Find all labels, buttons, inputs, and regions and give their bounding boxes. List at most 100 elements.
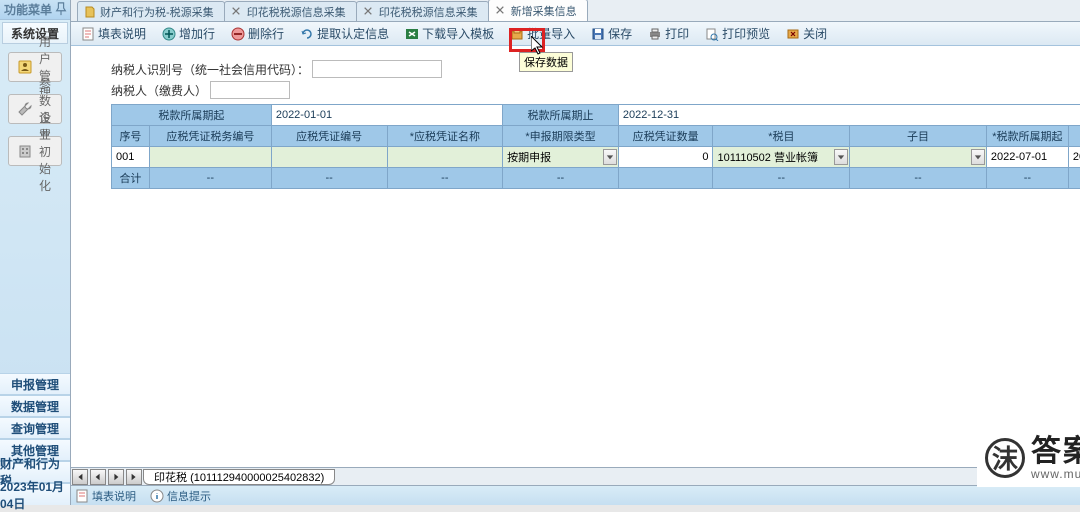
sidebar-bottom-item[interactable]: 查询管理	[0, 417, 70, 439]
col-cert-no[interactable]: 应税凭证编号	[271, 126, 387, 147]
tab-item-active[interactable]: 新增采集信息	[488, 0, 588, 21]
info-icon	[150, 489, 164, 503]
col-period-type[interactable]: *申报期限类型	[503, 126, 619, 147]
col-pend[interactable]: *税款所属期	[1068, 126, 1080, 147]
toolbar: 填表说明 增加行 删除行 提取认定信息 下载导入模板 批量导入 保存 打印 打印…	[71, 22, 1080, 46]
cell-pend[interactable]: 2022-12-31	[1068, 147, 1080, 168]
taxpayer-name-label: 纳税人（缴费人）	[111, 82, 207, 99]
user-icon	[17, 58, 33, 76]
pin-icon[interactable]	[54, 2, 68, 16]
taxpayer-id-label: 纳税人识别号（统一社会信用代码）：	[111, 61, 309, 78]
cell-cert-no[interactable]	[271, 147, 387, 168]
toolbar-extract-info[interactable]: 提取认定信息	[294, 23, 395, 44]
preview-icon	[705, 27, 719, 41]
col-pstart[interactable]: *税款所属期起	[986, 126, 1068, 147]
col-tax-item[interactable]: *税目	[713, 126, 850, 147]
col-sub-item[interactable]: 子目	[850, 126, 987, 147]
toolbar-save[interactable]: 保存	[585, 23, 638, 44]
tab-label: 财产和行为税-税源采集	[100, 4, 214, 20]
minus-icon	[231, 27, 245, 41]
excel-icon	[405, 27, 419, 41]
sidebar-item-init[interactable]: 企业初始化	[8, 136, 62, 166]
sum-label: 合计	[112, 168, 150, 189]
sheet-nav-prev[interactable]	[90, 469, 106, 485]
sum-row: 合计 -- -- -- -- -- -- -- --	[112, 168, 1080, 189]
cell-cert-name[interactable]	[387, 147, 503, 168]
tab-bar: 财产和行为税-税源采集 印花税税源信息采集 印花税税源信息采集 新增采集信息	[71, 0, 1080, 22]
toolbar-download-template[interactable]: 下载导入模板	[399, 23, 500, 44]
sync-icon	[300, 27, 314, 41]
period-start-value: 2022-01-01	[271, 105, 502, 126]
col-qty[interactable]: 应税凭证数量	[618, 126, 713, 147]
toolbar-fill-instructions[interactable]: 填表说明	[75, 23, 152, 44]
toolbar-batch-import[interactable]: 批量导入	[504, 23, 581, 44]
cell-period-type[interactable]: 按期申报	[503, 147, 619, 168]
cell-tax-item[interactable]: 101110502 营业帐簿	[713, 147, 850, 168]
sidebar-bottom-item[interactable]: 数据管理	[0, 395, 70, 417]
sidebar-date: 2023年01月04日	[0, 483, 70, 505]
dropdown-icon[interactable]	[834, 149, 848, 165]
sheet-nav-first[interactable]	[72, 469, 88, 485]
cell-sub-item[interactable]	[850, 147, 987, 168]
cell-tax-cert-no[interactable]	[149, 147, 271, 168]
note-icon	[81, 27, 95, 41]
tab-label: 印花税税源信息采集	[247, 4, 346, 20]
sidebar: 功能菜单 系统设置 用户管理 参数设置 企业初始化 申报管理 数据管理	[0, 0, 71, 505]
table-row[interactable]: 001 按期申报 0 101110502 营业帐簿	[112, 147, 1080, 168]
col-seq[interactable]: 序号	[112, 126, 150, 147]
cell-pstart[interactable]: 2022-07-01	[986, 147, 1068, 168]
doc-icon	[84, 6, 96, 18]
watermark: 沫 答案 www.mudaan.com	[977, 429, 1080, 487]
print-icon	[648, 27, 662, 41]
close-icon	[495, 5, 507, 17]
sidebar-item-param[interactable]: 参数设置	[8, 94, 62, 124]
tooltip: 保存数据	[519, 52, 573, 72]
sheet-nav-next[interactable]	[108, 469, 124, 485]
status-bar: 填表说明 信息提示	[71, 485, 1080, 505]
sidebar-title: 功能菜单	[0, 0, 70, 20]
data-grid: 税款所属期起 2022-01-01 税款所属期止 2022-12-31 序号 应…	[111, 104, 1080, 189]
save-icon	[591, 27, 605, 41]
tab-item[interactable]: 印花税税源信息采集	[224, 1, 357, 21]
sheet-nav-last[interactable]	[126, 469, 142, 485]
tab-label: 印花税税源信息采集	[379, 4, 478, 20]
cell-qty[interactable]: 0	[618, 147, 713, 168]
watermark-logo: 沫	[985, 438, 1025, 478]
building-icon	[17, 142, 33, 160]
tab-label: 新增采集信息	[511, 3, 577, 19]
sidebar-item-user-mgmt[interactable]: 用户管理	[8, 52, 62, 82]
status-info[interactable]: 信息提示	[150, 488, 211, 504]
tab-item[interactable]: 财产和行为税-税源采集	[77, 1, 225, 21]
col-tax-cert-no[interactable]: 应税凭证税务编号	[149, 126, 271, 147]
sheet-tab-bar: 印花税 (101112940000025402832)	[71, 467, 1080, 485]
watermark-url: www.mudaan.com	[1031, 468, 1080, 481]
sidebar-group-system[interactable]: 系统设置	[2, 22, 68, 44]
toolbar-add-row[interactable]: 增加行	[156, 23, 221, 44]
plus-icon	[162, 27, 176, 41]
toolbar-delete-row[interactable]: 删除行	[225, 23, 290, 44]
close-icon	[363, 6, 375, 18]
period-start-label: 税款所属期起	[112, 105, 272, 126]
sheet-tab[interactable]: 印花税 (101112940000025402832)	[143, 469, 335, 485]
import-icon	[510, 27, 524, 41]
period-end-label: 税款所属期止	[503, 105, 619, 126]
toolbar-print-preview[interactable]: 打印预览	[699, 23, 776, 44]
col-cert-name[interactable]: *应税凭证名称	[387, 126, 503, 147]
watermark-text: 答案	[1031, 435, 1080, 468]
toolbar-print[interactable]: 打印	[642, 23, 695, 44]
dropdown-icon[interactable]	[971, 149, 985, 165]
cell-seq[interactable]: 001	[112, 147, 150, 168]
toolbar-close[interactable]: 关闭	[780, 23, 833, 44]
content-area: 纳税人识别号（统一社会信用代码）： 纳税人（缴费人） 税款所属期起 2022-0	[71, 46, 1080, 467]
tab-item[interactable]: 印花税税源信息采集	[356, 1, 489, 21]
dropdown-icon[interactable]	[603, 149, 617, 165]
note-icon	[75, 489, 89, 503]
close-icon	[231, 6, 243, 18]
taxpayer-name-input[interactable]	[210, 81, 290, 99]
wrench-icon	[17, 100, 33, 118]
sidebar-bottom-item[interactable]: 申报管理	[0, 373, 70, 395]
taxpayer-id-input[interactable]	[312, 60, 442, 78]
status-fill-instr[interactable]: 填表说明	[75, 488, 136, 504]
close-icon	[786, 27, 800, 41]
period-end-value: 2022-12-31	[618, 105, 1080, 126]
